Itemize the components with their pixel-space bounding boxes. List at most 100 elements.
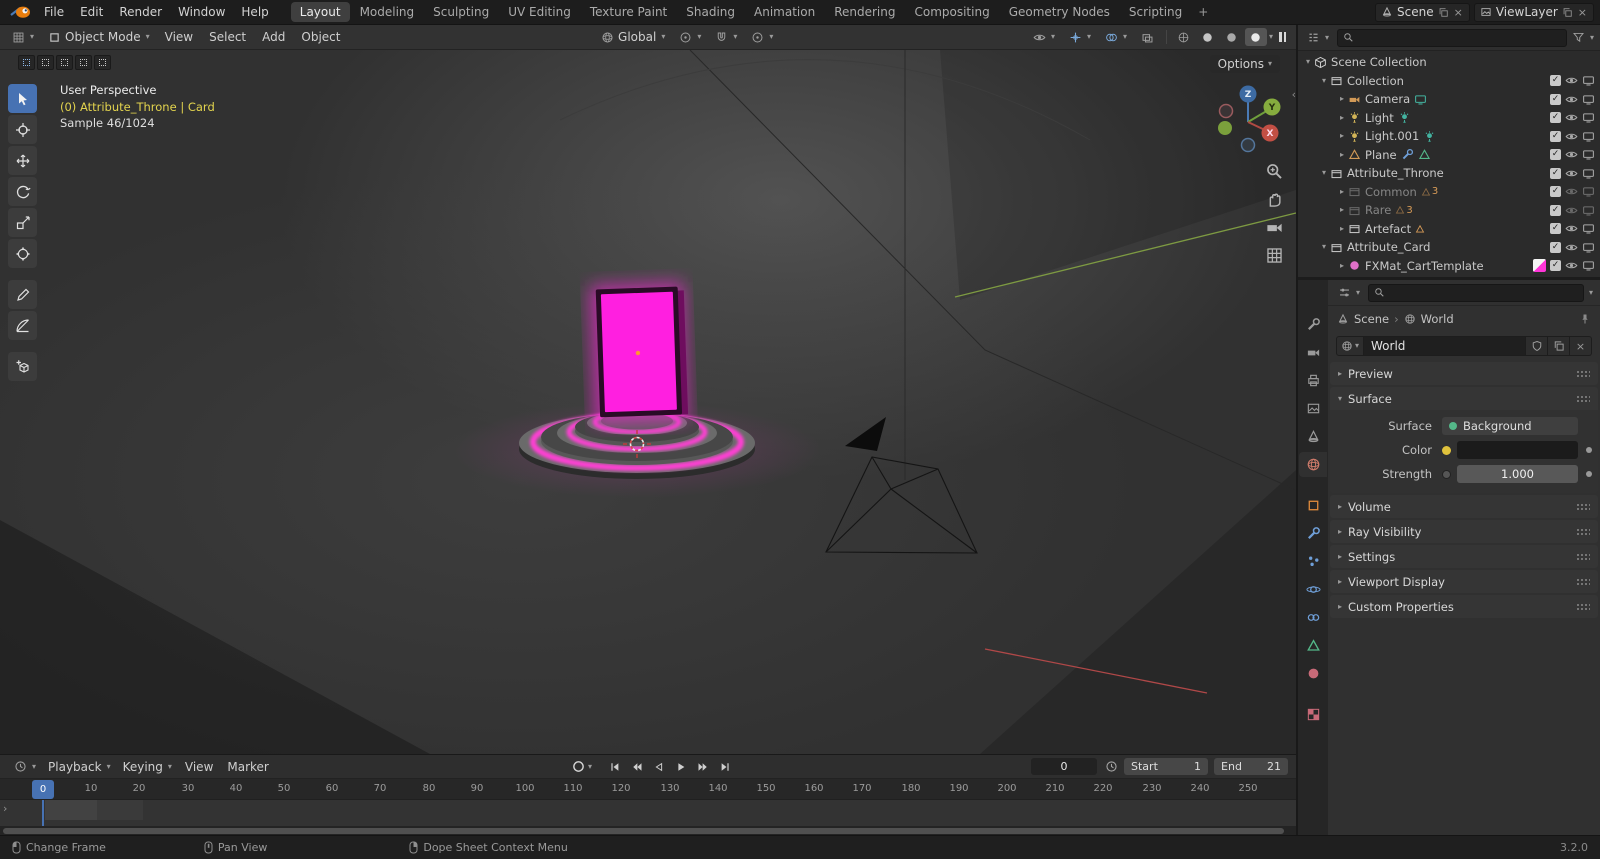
breadcrumb-scene[interactable]: Scene: [1354, 312, 1389, 326]
select-circle-mode-button[interactable]: [56, 55, 73, 70]
menu-help[interactable]: Help: [233, 2, 276, 22]
select-lasso-mode-button[interactable]: [75, 55, 92, 70]
zoom-icon[interactable]: [1265, 162, 1284, 181]
navigation-gizmo[interactable]: Z Y X: [1214, 82, 1290, 158]
scrollbar-thumb[interactable]: [3, 827, 1284, 834]
disable-render-icon[interactable]: [1582, 259, 1595, 272]
menu-edit[interactable]: Edit: [72, 2, 111, 22]
outliner-row-collection[interactable]: ▾ Collection ✓: [1298, 72, 1600, 91]
select-box-mode-button[interactable]: [37, 55, 54, 70]
disable-render-icon[interactable]: [1582, 222, 1595, 235]
disable-render-icon[interactable]: [1582, 130, 1595, 143]
select-box-tool[interactable]: [8, 84, 37, 113]
menu-window[interactable]: Window: [170, 2, 233, 22]
expand-caret-icon[interactable]: ▸: [1340, 113, 1344, 122]
timeline-view-menu[interactable]: View: [178, 758, 220, 776]
panel-preview[interactable]: ▸ Preview: [1330, 362, 1598, 385]
snap-toggle[interactable]: ▾: [709, 29, 743, 46]
exclude-checkbox[interactable]: ✓: [1550, 186, 1561, 198]
tab-modifiers[interactable]: [1299, 521, 1327, 546]
tab-view-layer[interactable]: [1299, 396, 1327, 421]
menu-file[interactable]: File: [36, 2, 72, 22]
shading-wireframe-button[interactable]: [1173, 28, 1195, 46]
outliner-search-input[interactable]: [1358, 30, 1561, 45]
hide-eye-icon[interactable]: [1565, 74, 1578, 87]
panel-volume[interactable]: ▸ Volume: [1330, 495, 1598, 518]
hide-eye-icon[interactable]: [1565, 111, 1578, 124]
expand-caret-icon[interactable]: ▸: [1340, 187, 1344, 196]
tab-object-data[interactable]: [1299, 633, 1327, 658]
hide-eye-icon[interactable]: [1565, 185, 1578, 198]
tab-layout[interactable]: Layout: [290, 2, 350, 22]
timeline-editor-type-button[interactable]: ▾: [8, 758, 42, 775]
menu-render[interactable]: Render: [111, 2, 170, 22]
selectable-checkbox[interactable]: ✓: [1550, 260, 1561, 272]
auto-keyframe-toggle[interactable]: ▾: [572, 760, 592, 773]
hide-eye-icon[interactable]: [1565, 241, 1578, 254]
new-viewlayer-icon[interactable]: [1562, 7, 1573, 18]
exclude-checkbox[interactable]: ✓: [1550, 167, 1561, 179]
play-reverse-button[interactable]: [650, 759, 669, 775]
outliner-row-artefact[interactable]: ▸ Artefact ✓: [1298, 220, 1600, 239]
outliner-row-attribute-throne[interactable]: ▾ Attribute_Throne ✓: [1298, 164, 1600, 183]
properties-search[interactable]: [1368, 283, 1584, 302]
expand-caret-icon[interactable]: ▸: [1340, 224, 1344, 233]
drag-grip-icon[interactable]: [1576, 369, 1590, 378]
hide-eye-icon[interactable]: [1565, 167, 1578, 180]
editor-type-button[interactable]: ▾: [6, 29, 40, 46]
marker-menu[interactable]: Marker: [220, 758, 275, 776]
outliner-row-common[interactable]: ▸ Common 3 ✓: [1298, 183, 1600, 202]
color-swatch-field[interactable]: [1457, 441, 1578, 459]
tab-particles[interactable]: [1299, 549, 1327, 574]
transform-orientation-dropdown[interactable]: Global ▾: [595, 28, 671, 46]
xray-toggle[interactable]: [1135, 29, 1160, 46]
selectable-checkbox[interactable]: ✓: [1550, 149, 1561, 161]
selectable-checkbox[interactable]: ✓: [1550, 112, 1561, 124]
tab-rendering[interactable]: Rendering: [825, 2, 904, 22]
outliner-row-light-001[interactable]: ▸ Light.001 ✓: [1298, 127, 1600, 146]
expand-caret-icon[interactable]: ▸: [1340, 95, 1344, 103]
timeline-scrollbar[interactable]: [0, 826, 1296, 835]
duplicate-datablock-button[interactable]: [1548, 336, 1570, 356]
jump-to-start-button[interactable]: [606, 759, 625, 775]
exclude-checkbox[interactable]: ✓: [1550, 223, 1561, 235]
drag-grip-icon[interactable]: [1576, 577, 1590, 586]
animate-dot-icon[interactable]: [1586, 471, 1592, 477]
expand-caret-icon[interactable]: ▾: [1322, 169, 1326, 177]
disable-render-icon[interactable]: [1582, 74, 1595, 87]
ortho-grid-icon[interactable]: [1265, 246, 1284, 265]
shading-material-button[interactable]: [1221, 28, 1243, 46]
properties-editor-type-button[interactable]: ▾: [1335, 284, 1363, 301]
chevron-down-icon[interactable]: ▾: [1590, 33, 1594, 42]
outliner-row-plane[interactable]: ▸ Plane ✓: [1298, 146, 1600, 165]
exclude-checkbox[interactable]: ✓: [1550, 204, 1561, 216]
outliner-row-fxmat-carttemplate[interactable]: ▸ FXMat_CartTemplate ✓: [1298, 257, 1600, 276]
proportional-edit-dropdown[interactable]: ▾: [745, 29, 779, 46]
strength-slider[interactable]: 1.000: [1457, 465, 1578, 483]
menu-select[interactable]: Select: [202, 28, 253, 46]
frame-start-field[interactable]: Start 1: [1124, 758, 1209, 775]
tab-output[interactable]: [1299, 368, 1327, 393]
scene-selector[interactable]: Scene ×: [1375, 2, 1470, 22]
3d-scene[interactable]: [0, 50, 1296, 754]
hide-eye-icon[interactable]: [1565, 222, 1578, 235]
tab-shading[interactable]: Shading: [677, 2, 744, 22]
tab-world[interactable]: [1299, 452, 1327, 477]
tab-sculpting[interactable]: Sculpting: [424, 2, 498, 22]
scale-tool[interactable]: [8, 208, 37, 237]
browse-world-button[interactable]: ▾: [1336, 336, 1365, 356]
expand-caret-icon[interactable]: ▾: [1322, 76, 1326, 85]
outliner-row-light[interactable]: ▸ Light ✓: [1298, 109, 1600, 128]
expand-caret-icon[interactable]: ▾: [1322, 243, 1326, 251]
play-button[interactable]: [672, 759, 691, 775]
pause-render-button[interactable]: [1279, 32, 1286, 42]
tab-physics[interactable]: [1299, 577, 1327, 602]
tab-animation[interactable]: Animation: [745, 2, 824, 22]
axis-neg-z-handle[interactable]: [1240, 137, 1256, 153]
move-tool[interactable]: [8, 146, 37, 175]
current-frame-field[interactable]: 0: [1031, 758, 1098, 775]
surface-shader-button[interactable]: Background: [1442, 417, 1578, 435]
panel-viewport-display[interactable]: ▸ Viewport Display: [1330, 570, 1598, 593]
playhead[interactable]: 0: [32, 780, 54, 799]
panel-ray-visibility[interactable]: ▸ Ray Visibility: [1330, 520, 1598, 543]
